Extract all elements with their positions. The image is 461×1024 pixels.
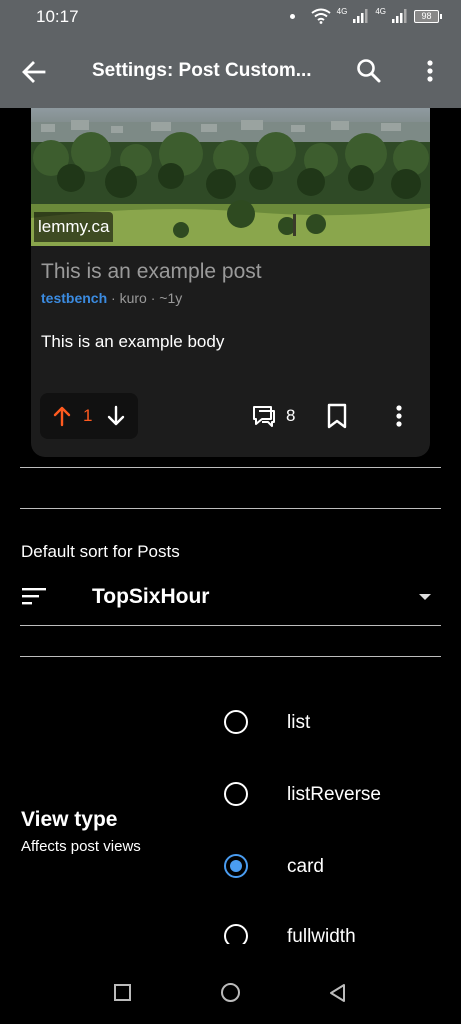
battery-icon: 98 [414, 9, 442, 23]
wifi-icon [311, 8, 331, 24]
upvote-button[interactable] [52, 405, 72, 427]
more-menu-button[interactable] [418, 56, 442, 86]
save-button[interactable] [326, 403, 348, 429]
signal-icon-2 [392, 9, 407, 23]
view-type-option-list-reverse[interactable]: listReverse [210, 762, 440, 826]
vote-box: 1 [40, 393, 138, 439]
divider [20, 467, 441, 468]
search-icon [357, 59, 381, 83]
back-button[interactable] [20, 58, 48, 86]
post-more-button[interactable] [389, 402, 409, 430]
radio-label: list [287, 712, 311, 733]
view-type-option-card[interactable]: card [210, 834, 440, 898]
dropdown-caret-icon [419, 594, 431, 600]
radio-label: fullwidth [287, 926, 356, 944]
post-age: ~1y [159, 290, 183, 306]
post-thumbnail[interactable]: lemmy.ca [31, 108, 430, 246]
arrow-up-icon [53, 406, 71, 427]
notification-dot-icon [289, 13, 295, 19]
comments-button[interactable]: 8 [251, 402, 313, 430]
community-link[interactable]: testbench [41, 290, 107, 306]
comment-count: 8 [286, 406, 296, 425]
author-link[interactable]: kuro [120, 290, 147, 306]
system-back-button[interactable] [328, 983, 348, 1003]
arrow-down-icon [107, 405, 125, 426]
view-type-options: list listReverse card fullwidth [0, 686, 461, 944]
post-body: This is an example body [41, 332, 225, 351]
status-bar: 10:17 4G 4G 98 [0, 0, 461, 34]
post-title: This is an example post [41, 260, 262, 283]
system-nav-bar [0, 962, 461, 1024]
network-type-2: 4G [375, 6, 386, 16]
triangle-back-icon [330, 984, 345, 1002]
sort-value: TopSixHour [92, 585, 210, 608]
arrow-back-icon [22, 61, 46, 83]
home-button[interactable] [221, 983, 240, 1002]
view-type-option-fullwidth[interactable]: fullwidth [210, 904, 440, 944]
sort-dropdown[interactable]: TopSixHour [20, 572, 441, 624]
status-time: 10:17 [36, 7, 79, 26]
radio-button[interactable] [224, 782, 248, 806]
signal-icon [353, 9, 368, 23]
divider [20, 508, 441, 509]
more-vert-icon [427, 60, 433, 82]
more-vert-icon [396, 405, 402, 427]
page-title: Settings: Post Custom... [92, 60, 312, 81]
site-badge: lemmy.ca [34, 212, 114, 242]
divider [20, 656, 441, 657]
app-bar: Settings: Post Custom... [0, 34, 461, 108]
post-meta: testbench · kuro · ~1y [41, 290, 182, 306]
recents-button[interactable] [114, 984, 131, 1001]
post-preview-card[interactable]: lemmy.ca This is an example post testben… [31, 108, 430, 457]
bookmark-icon [327, 403, 347, 429]
radio-label: card [287, 856, 324, 877]
sort-label: Default sort for Posts [21, 542, 180, 561]
sort-icon [22, 588, 46, 605]
meta-separator: · [146, 290, 160, 306]
radio-button[interactable] [224, 924, 248, 944]
divider [20, 625, 441, 626]
network-type-1: 4G [336, 6, 348, 16]
status-icons: 4G 4G 98 [289, 6, 442, 24]
radio-button[interactable] [224, 710, 248, 734]
search-button[interactable] [354, 56, 384, 86]
score-value: 1 [83, 406, 93, 425]
radio-button-selected[interactable] [224, 854, 248, 878]
downvote-button[interactable] [106, 405, 126, 427]
view-type-option-list[interactable]: list [210, 690, 440, 754]
radio-label: listReverse [287, 784, 381, 805]
meta-separator: · [107, 290, 120, 306]
comment-icon [253, 406, 275, 427]
